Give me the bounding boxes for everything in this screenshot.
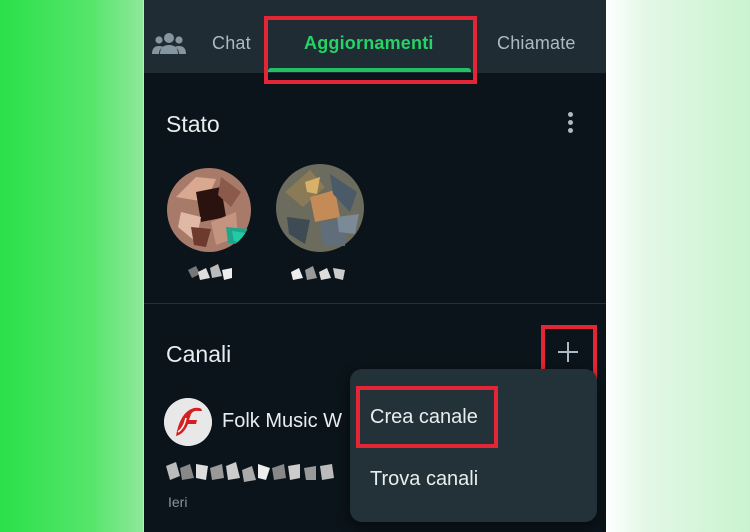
- status-avatar[interactable]: [275, 162, 365, 254]
- channel-avatar[interactable]: [164, 398, 212, 446]
- menu-item-trova-canali[interactable]: Trova canali: [370, 468, 478, 491]
- channel-name[interactable]: Folk Music W: [222, 410, 342, 433]
- section-divider: [144, 303, 606, 304]
- status-avatar[interactable]: [166, 167, 252, 253]
- whatsapp-screen: Chat Aggiornamenti Chiamate Stato Canali…: [144, 0, 606, 532]
- tab-chiamate[interactable]: Chiamate: [497, 33, 576, 54]
- status-name-blurred: [291, 266, 345, 280]
- more-vert-icon[interactable]: [564, 112, 576, 136]
- status-name-blurred: [188, 264, 232, 280]
- highlight-box-crea-canale: [356, 386, 498, 448]
- channels-title: Canali: [166, 341, 232, 367]
- highlight-box-updates-tab: [264, 16, 477, 84]
- status-title: Stato: [166, 111, 220, 137]
- folk-music-logo-icon: [164, 398, 212, 446]
- community-icon[interactable]: [152, 30, 186, 56]
- tab-chat[interactable]: Chat: [212, 33, 251, 54]
- channel-preview-blurred: [166, 462, 334, 482]
- channel-timestamp: Ieri: [168, 494, 188, 510]
